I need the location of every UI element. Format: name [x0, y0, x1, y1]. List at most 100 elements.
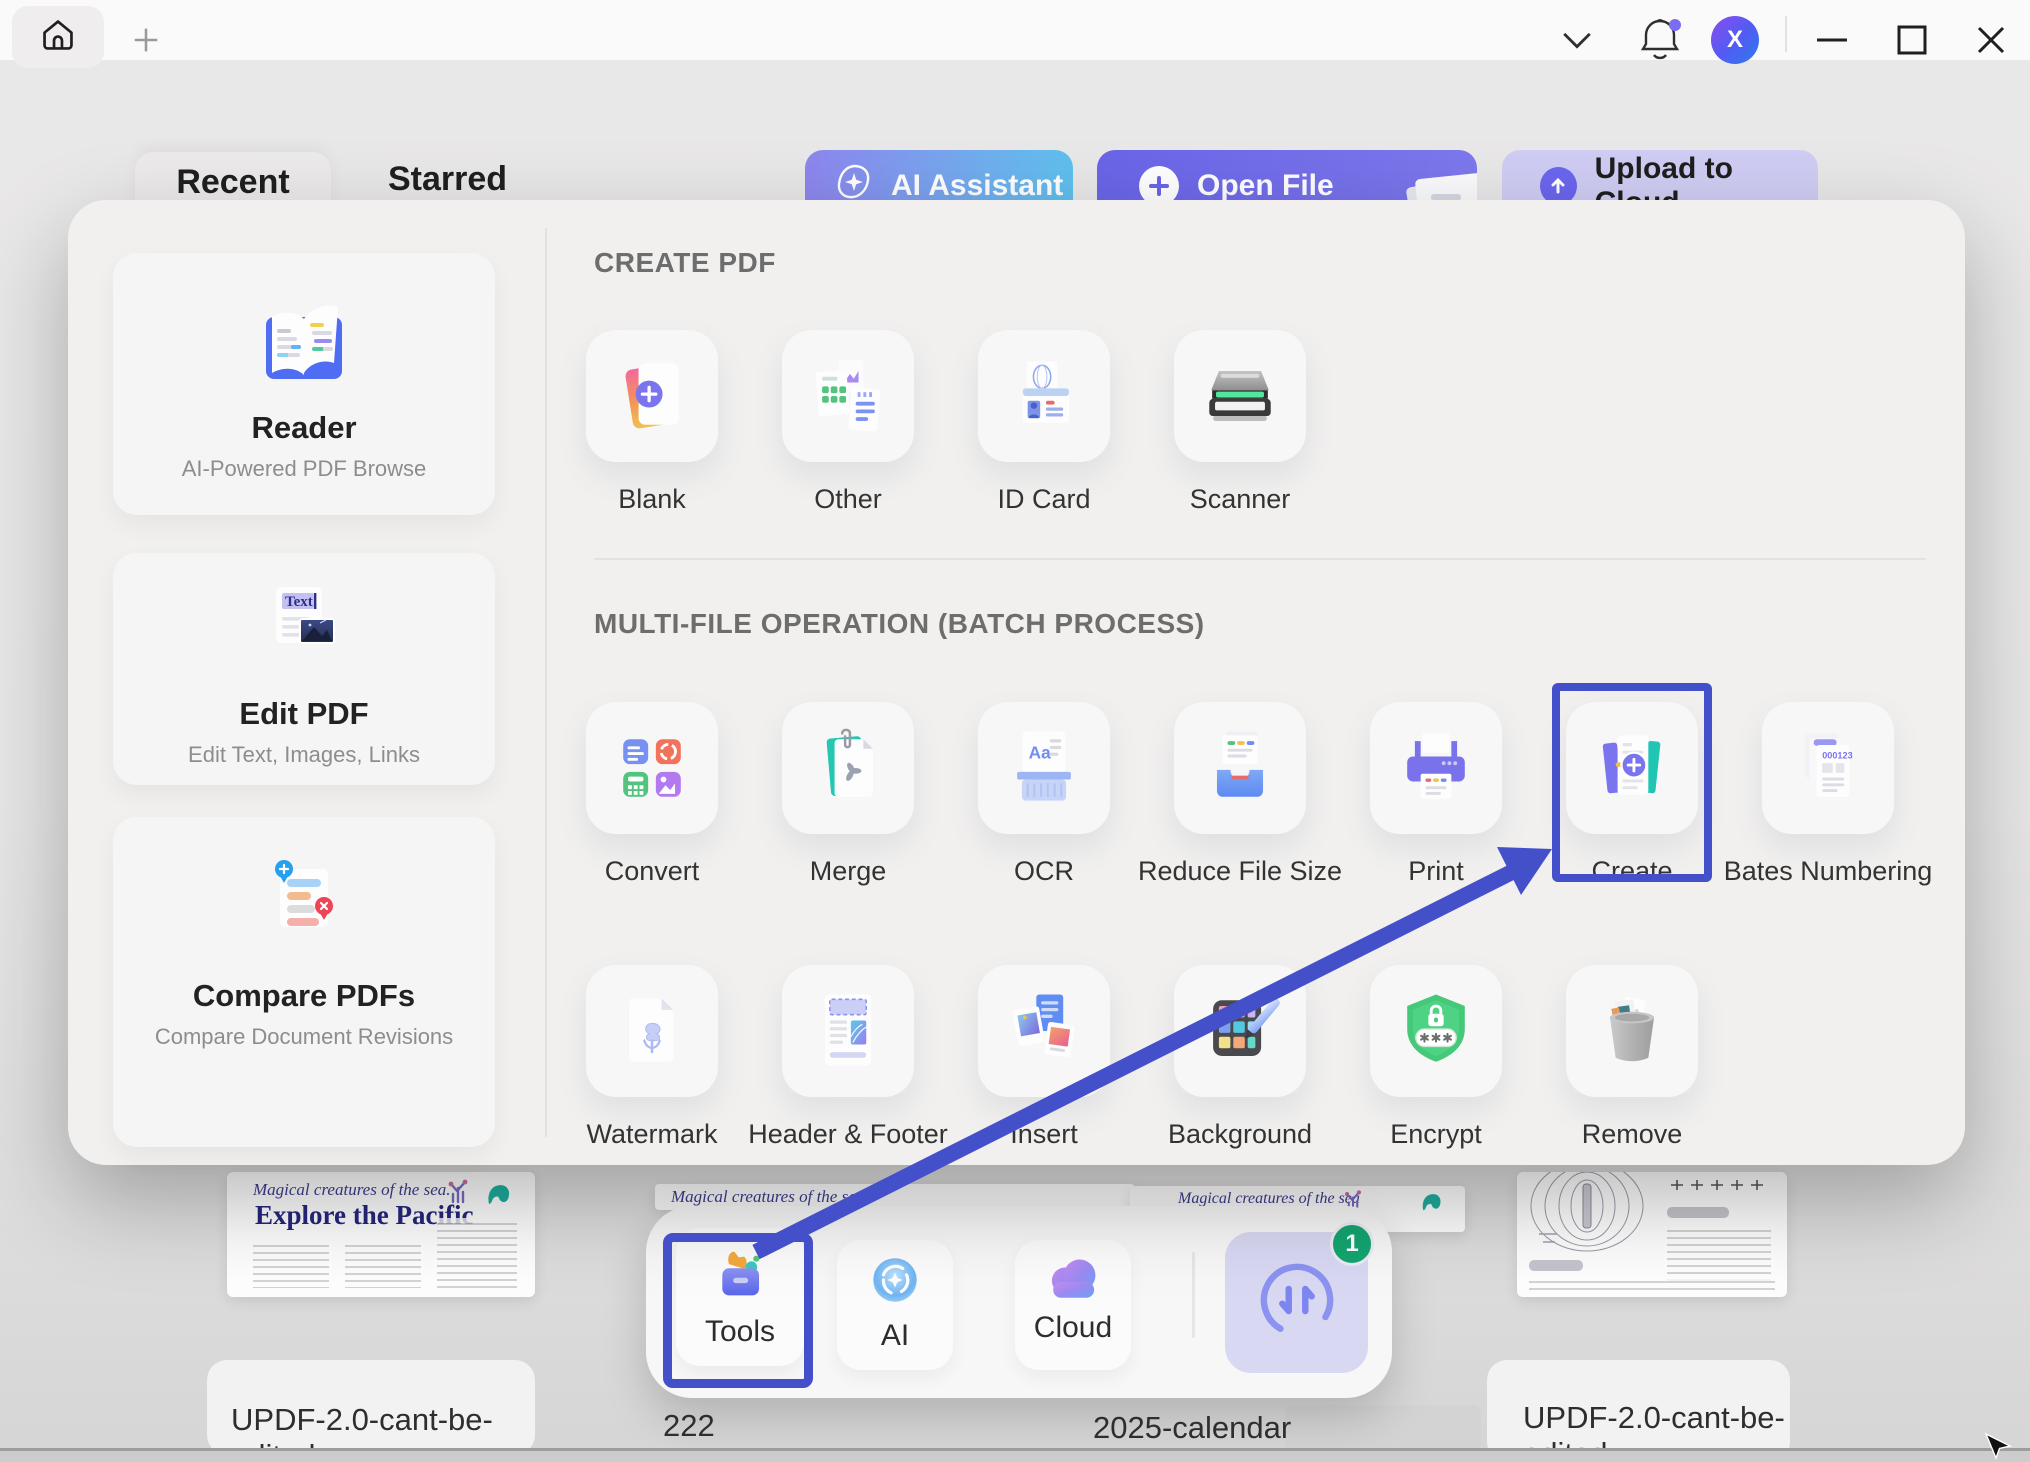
dock-item-sync[interactable]: 1: [1225, 1232, 1368, 1373]
notification-bell-icon[interactable]: [1634, 14, 1686, 66]
tile-label: Insert: [1010, 1119, 1078, 1150]
tool-tile-scanner[interactable]: Scanner: [1142, 330, 1338, 515]
thumb-text-lines: [1529, 1276, 1775, 1294]
dock-item-label: AI: [881, 1319, 909, 1353]
quick-card-subtitle: Edit Text, Images, Links: [113, 742, 495, 768]
tile-label: OCR: [1014, 856, 1074, 887]
tool-tile-background[interactable]: Background: [1142, 965, 1338, 1150]
pdf-thumbnail-pacific[interactable]: Magical creatures of the sea. Explore th…: [227, 1172, 535, 1297]
batch-grid: Convert Merge Aa OCR Reduce File Size Print Cr…: [554, 702, 1934, 1228]
tool-tile-reduce-file-size[interactable]: Reduce File Size: [1142, 702, 1338, 887]
tools-panel: Reader AI-Powered PDF Browse Text Edit P…: [68, 200, 1965, 1165]
dock-item-label: Cloud: [1034, 1311, 1112, 1345]
open-file-label: Open File: [1197, 169, 1334, 203]
file-item-card[interactable]: [1285, 1405, 1481, 1453]
account-avatar[interactable]: X: [1711, 16, 1759, 64]
tool-tile-convert[interactable]: Convert: [554, 702, 750, 887]
thumb-text-column: [437, 1218, 517, 1288]
new-tab-button[interactable]: [128, 22, 164, 58]
print-icon: [1370, 702, 1502, 834]
merge-icon: [782, 702, 914, 834]
tool-tile-merge[interactable]: Merge: [750, 702, 946, 887]
coral-icon: [445, 1178, 471, 1209]
tile-label: Scanner: [1190, 484, 1291, 515]
sync-badge: 1: [1330, 1222, 1374, 1266]
tile-label: Convert: [605, 856, 700, 887]
maximize-button[interactable]: [1892, 22, 1932, 58]
quick-card-title: Compare PDFs: [113, 978, 495, 1014]
tile-label: Encrypt: [1390, 1119, 1482, 1150]
coral-icon: [483, 1178, 513, 1211]
thumb-text-column: [345, 1240, 421, 1288]
tile-label: Header & Footer: [748, 1119, 948, 1150]
watermark-icon: [586, 965, 718, 1097]
minimize-button[interactable]: [1812, 26, 1852, 54]
section-heading-create-pdf: CREATE PDF: [594, 247, 776, 279]
edit-pdf-icon: Text: [113, 579, 495, 688]
titlebar-divider: [1785, 16, 1787, 52]
svg-text:000123: 000123: [1822, 750, 1852, 760]
tool-tile-insert[interactable]: Insert: [946, 965, 1142, 1150]
reader-icon: [113, 287, 495, 396]
thumb-pill: [1529, 1260, 1583, 1271]
idcard-icon: [978, 330, 1110, 462]
tile-label: Print: [1408, 856, 1464, 887]
encrypt-icon: [1370, 965, 1502, 1097]
tool-tile-blank[interactable]: Blank: [554, 330, 750, 515]
tile-label: Reduce File Size: [1138, 856, 1342, 887]
tile-label: Create: [1591, 856, 1672, 887]
dock: Tools AI Cloud 1: [646, 1206, 1392, 1398]
tool-tile-print[interactable]: Print: [1338, 702, 1534, 887]
background-icon: [1174, 965, 1306, 1097]
file-item-card[interactable]: UPDF-2.0-cant-be-edited: [207, 1360, 535, 1455]
file-name[interactable]: 2025-calendar: [1093, 1410, 1291, 1446]
panel-vertical-divider: [545, 228, 547, 1137]
tile-label: ID Card: [997, 484, 1090, 515]
tile-label: Other: [814, 484, 882, 515]
quick-card-edit-pdf[interactable]: Text Edit PDF Edit Text, Images, Links: [113, 553, 495, 785]
tab-starred-label: Starred: [388, 160, 507, 198]
ai-assistant-label: AI Assistant: [891, 169, 1063, 203]
create-icon: [1566, 702, 1698, 834]
tool-tile-bates-numbering[interactable]: 000123Bates Numbering: [1730, 702, 1926, 887]
thumb-eyebrow-text: Magical creatures of the sea.: [253, 1180, 451, 1200]
reduce-icon: [1174, 702, 1306, 834]
dock-item-label: Tools: [705, 1315, 775, 1349]
home-icon: [39, 16, 77, 59]
tool-tile-header-footer[interactable]: Header & Footer: [750, 965, 946, 1150]
tool-tile-watermark[interactable]: Watermark: [554, 965, 750, 1150]
create-pdf-grid: Blank Other ID Card Scanner: [554, 330, 1934, 593]
tab-starred[interactable]: Starred: [388, 160, 507, 199]
tool-tile-id-card[interactable]: ID Card: [946, 330, 1142, 515]
tile-label: Background: [1168, 1119, 1312, 1150]
tool-tile-create[interactable]: Create: [1534, 702, 1730, 887]
quick-card-reader[interactable]: Reader AI-Powered PDF Browse: [113, 253, 495, 515]
quick-card-subtitle: AI-Powered PDF Browse: [113, 456, 495, 482]
avatar-initial: X: [1711, 16, 1759, 64]
section-heading-batch: MULTI-FILE OPERATION (BATCH PROCESS): [594, 608, 1205, 640]
quick-card-title: Edit PDF: [113, 696, 495, 732]
tool-tile-other[interactable]: Other: [750, 330, 946, 515]
sync-icon: [1251, 1254, 1343, 1351]
svg-text:Aa: Aa: [1029, 742, 1051, 762]
cloud-icon: [1040, 1252, 1106, 1309]
quick-card-compare-pdfs[interactable]: Compare PDFs Compare Document Revisions: [113, 817, 495, 1147]
thumb-text-column: [253, 1240, 329, 1288]
titlebar: X: [0, 0, 2030, 60]
dock-item-cloud[interactable]: Cloud: [1015, 1240, 1131, 1370]
window-bottom-strip: [0, 1451, 2030, 1462]
close-button[interactable]: [1971, 22, 2011, 58]
home-tab[interactable]: [12, 6, 104, 68]
tool-tile-encrypt[interactable]: Encrypt: [1338, 965, 1534, 1150]
tile-label: Watermark: [586, 1119, 717, 1150]
quick-card-title: Reader: [113, 410, 495, 446]
file-name[interactable]: 222: [663, 1408, 715, 1444]
file-item-card[interactable]: UPDF-2.0-cant-be-edited Co: [1487, 1360, 1790, 1462]
dock-item-ai[interactable]: AI: [837, 1240, 953, 1370]
quick-card-subtitle: Compare Document Revisions: [113, 1024, 495, 1050]
tool-tile-remove[interactable]: Remove: [1534, 965, 1730, 1150]
dock-item-tools[interactable]: Tools: [676, 1228, 804, 1366]
tile-label: Remove: [1582, 1119, 1683, 1150]
tool-tile-ocr[interactable]: Aa OCR: [946, 702, 1142, 887]
chevron-down-icon[interactable]: [1556, 26, 1598, 56]
